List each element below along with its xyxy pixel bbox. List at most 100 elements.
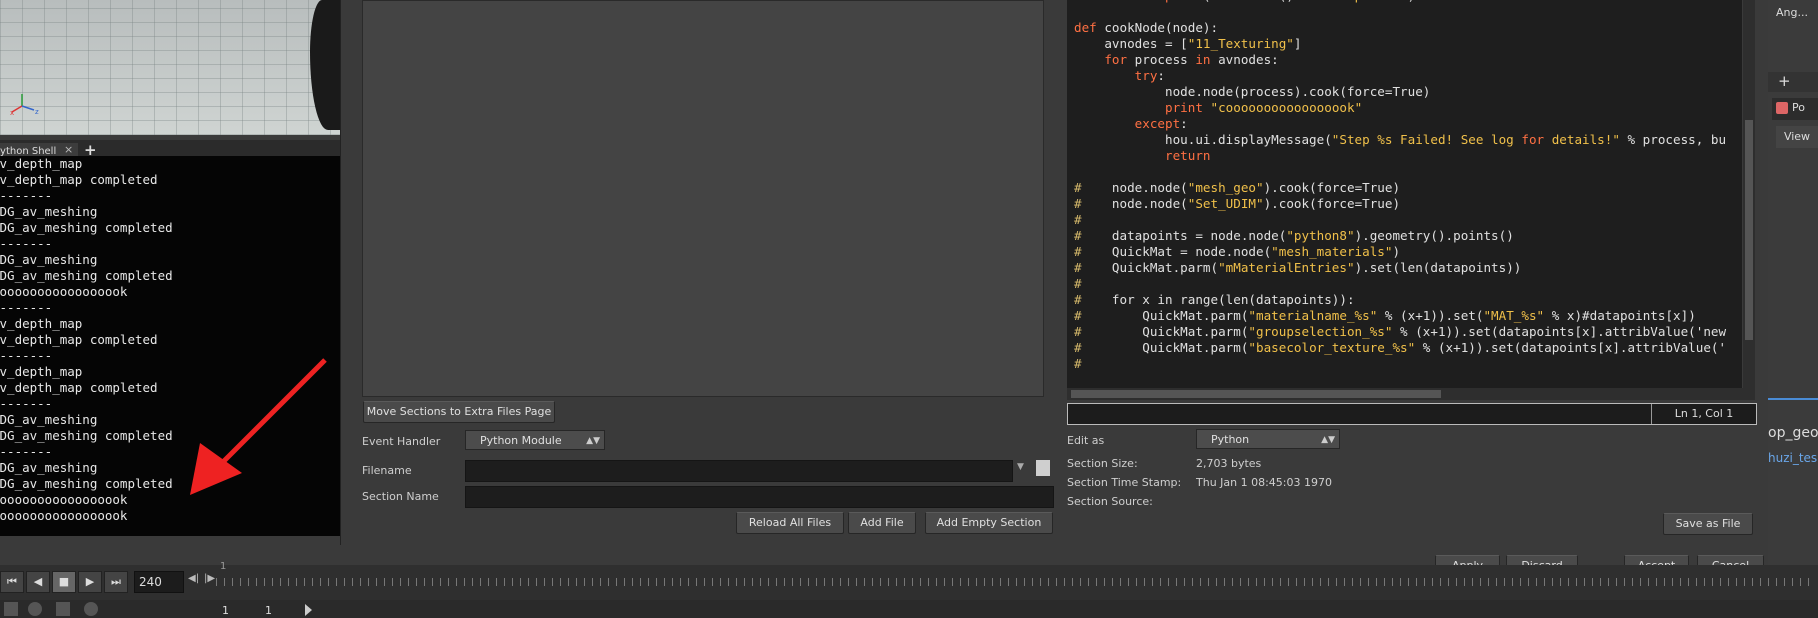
section-source-label: Section Source: [1067, 495, 1153, 508]
node-name-label: op_geo [1768, 425, 1818, 441]
range-end[interactable]: 1 [265, 604, 272, 617]
section-size-value: 2,703 bytes [1196, 457, 1262, 470]
code-horizontal-scrollbar[interactable] [1067, 388, 1755, 400]
code-text[interactable]: print(node.name() + " completed") def co… [1074, 0, 1726, 372]
shell-line: PDG_av_meshing [0, 204, 98, 219]
add-icon[interactable]: + [1778, 72, 1791, 90]
jump-start-icon[interactable]: ⏮ [0, 571, 24, 593]
panel-item-label: Po [1792, 101, 1805, 114]
event-handler-value: Python Module [480, 434, 562, 447]
shell-line: av_depth_map [0, 316, 83, 331]
shell-line: cooooooooooooooook [0, 508, 128, 523]
updown-arrow-icon: ▲▼ [1321, 435, 1335, 445]
viewport-grid [0, 0, 340, 135]
edit-operator-type-dialog: Move Sections to Extra Files Page Event … [340, 0, 1769, 545]
section-name-label: Section Name [362, 490, 439, 503]
edit-as-label: Edit as [1067, 434, 1105, 447]
code-line: # [1074, 212, 1082, 227]
step-back-icon[interactable]: ◀| [188, 573, 199, 584]
edit-as-dropdown[interactable]: Python ▲▼ [1196, 429, 1340, 449]
save-as-file-button[interactable]: Save as File [1663, 513, 1753, 535]
code-line: # QuickMat.parm("basecolor_texture_%s" %… [1074, 340, 1727, 355]
start-frame-tick-label: 1 [220, 561, 227, 572]
zoom-icon[interactable] [84, 602, 98, 616]
realtime-icon[interactable] [56, 602, 70, 616]
file-browse-icon[interactable] [1036, 460, 1050, 476]
code-line: print "cooooooooooooooook" [1165, 100, 1363, 115]
add-file-button[interactable]: Add File [848, 512, 916, 534]
code-editor[interactable]: print(node.name() + " completed") def co… [1067, 0, 1742, 388]
code-line: try: [1134, 68, 1166, 83]
code-line: # QuickMat.parm("materialname_%s" % (x+1… [1074, 308, 1696, 323]
scroll-thumb[interactable] [1745, 120, 1753, 340]
event-handler-dropdown[interactable]: Python Module ▲▼ [465, 430, 605, 450]
svg-text:z: z [35, 108, 39, 116]
panel-divider [1768, 398, 1818, 400]
code-line: # QuickMat = node.node("mesh_materials") [1074, 244, 1401, 259]
code-line: except: [1134, 116, 1188, 131]
code-vertical-scrollbar[interactable] [1743, 0, 1755, 388]
shell-line: av_depth_map completed [0, 332, 158, 347]
range-bar [0, 600, 1818, 618]
shell-line: av_depth_map [0, 156, 83, 171]
shell-line: -------- [0, 300, 53, 315]
section-size-label: Section Size: [1067, 457, 1138, 470]
code-line: # QuickMat.parm("groupselection_%s" % (x… [1074, 324, 1727, 339]
code-line: def cookNode(node): [1074, 20, 1219, 35]
play-reverse-icon[interactable]: ◀ [26, 571, 50, 593]
red-arrow-annotation [190, 358, 327, 495]
section-name-field[interactable] [465, 486, 1054, 508]
move-sections-button[interactable]: Move Sections to Extra Files Page [363, 401, 555, 423]
view-button[interactable]: View [1776, 126, 1818, 148]
panel-toolbar: + [1768, 72, 1818, 92]
sections-list-scrollbar[interactable] [1044, 0, 1056, 395]
shell-line: PDG_av_meshing [0, 252, 98, 267]
code-status-bar: Ln 1, Col 1 [1067, 403, 1757, 425]
close-tab-icon[interactable]: × [64, 143, 73, 156]
code-line: return [1165, 148, 1211, 163]
key-icon[interactable] [4, 602, 18, 616]
current-frame-field[interactable]: 240 [134, 571, 184, 593]
cursor-position: Ln 1, Col 1 [1651, 404, 1756, 424]
shell-line: cooooooooooooooook [0, 284, 128, 299]
stop-icon[interactable]: ■ [52, 571, 76, 593]
audio-icon[interactable] [28, 602, 42, 616]
add-empty-section-button[interactable]: Add Empty Section [925, 512, 1053, 534]
node-sub-label: huzi_tes [1768, 451, 1818, 465]
svg-text:x: x [10, 109, 14, 116]
panel-item[interactable]: Po [1772, 98, 1818, 120]
axis-gnomon-icon: x z [10, 94, 39, 116]
code-line: node.node(process).cook(force=True) [1074, 84, 1431, 99]
scroll-thumb-h[interactable] [1071, 390, 1441, 398]
code-line: # node.node("mesh_geo").cook(force=True) [1074, 180, 1401, 195]
code-line: # for x in range(len(datapoints)): [1074, 292, 1355, 307]
code-line: # [1074, 356, 1082, 371]
event-handler-label: Event Handler [362, 435, 441, 448]
code-line: # node.node("Set_UDIM").cook(force=True) [1074, 196, 1401, 211]
shell-line: PDG_av_meshing completed [0, 268, 173, 283]
right-side-panel: Ang... + Po View op_geo huzi_tes [1768, 0, 1818, 565]
range-start[interactable]: 1 [222, 604, 229, 617]
step-forward-icon[interactable]: |▶ [204, 573, 215, 584]
code-line: # QuickMat.parm("mMaterialEntries").set(… [1074, 260, 1522, 275]
jump-end-icon[interactable]: ⏭ [104, 571, 128, 593]
filename-field[interactable] [465, 460, 1013, 482]
shell-line: -------- [0, 236, 53, 251]
timeline-ticks[interactable] [216, 578, 1816, 586]
code-line: # [1074, 276, 1082, 291]
node-type-icon [1776, 102, 1788, 114]
chevron-down-icon[interactable]: ▼ [1017, 462, 1024, 472]
shell-line: -------- [0, 188, 53, 203]
reload-all-files-button[interactable]: Reload All Files [736, 512, 844, 534]
3d-viewport[interactable]: x z [0, 0, 340, 135]
section-timestamp-label: Section Time Stamp: [1067, 476, 1182, 489]
play-forward-icon[interactable]: ▶ [78, 571, 102, 593]
filename-label: Filename [362, 464, 412, 477]
sections-list[interactable] [362, 0, 1044, 397]
code-line: hou.ui.displayMessage("Step %s Failed! S… [1074, 132, 1727, 147]
panel-top-label: Ang... [1776, 6, 1808, 19]
code-line: for process in avnodes: [1104, 52, 1279, 67]
range-handle-icon[interactable] [305, 604, 312, 616]
